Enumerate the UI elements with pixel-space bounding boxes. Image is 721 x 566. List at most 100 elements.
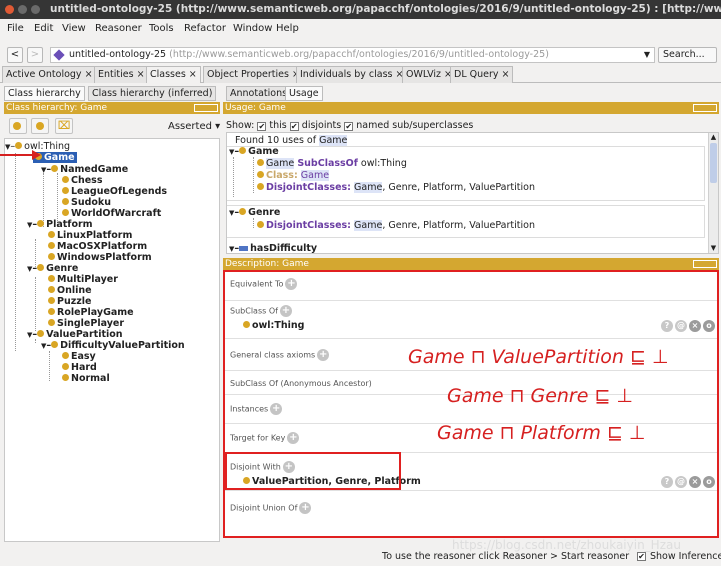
tree-item-linuxplatform[interactable]: LinuxPlatform	[48, 230, 132, 241]
view-controls-icon[interactable]	[693, 260, 717, 268]
class-icon	[62, 187, 69, 194]
tree-item-singleplayer[interactable]: SinglePlayer	[48, 318, 124, 329]
tree-item-online[interactable]: Online	[48, 285, 92, 296]
usage-axiom-disjoint[interactable]: DisjointClasses: Game, Genre, Platform, …	[257, 182, 535, 193]
tree-item-macosxplatform[interactable]: MacOSXPlatform	[48, 241, 147, 252]
class-icon	[51, 341, 59, 348]
usage-axiom-disjoint-genre[interactable]: DisjointClasses: Game, Genre, Platform, …	[257, 220, 535, 231]
usage-axiom-class[interactable]: Class: Game	[257, 170, 330, 181]
back-button[interactable]: <	[7, 47, 23, 63]
delete-class-button[interactable]: ⌧	[55, 118, 73, 134]
show-label: Show:	[226, 120, 255, 131]
tab-entities[interactable]: Entities ×	[94, 66, 149, 83]
tree-item-hard[interactable]: Hard	[62, 362, 97, 373]
menu-window[interactable]: Window	[233, 23, 272, 34]
add-instance-icon[interactable]: +	[270, 403, 283, 415]
menu-help[interactable]: Help	[276, 23, 299, 34]
chevron-up-icon[interactable]: ▲	[709, 133, 718, 142]
search-button[interactable]: Search...	[658, 47, 717, 63]
checkbox-named[interactable]: ✔	[344, 122, 354, 131]
forward-button[interactable]: >	[27, 47, 43, 63]
ontology-iri-field[interactable]: untitled-ontology-25 (http://www.semanti…	[50, 47, 655, 63]
scrollbar-thumb[interactable]	[710, 143, 717, 183]
class-icon	[239, 208, 247, 215]
edit-icon[interactable]: o	[703, 476, 715, 488]
annotate-icon[interactable]: @	[675, 320, 687, 332]
protege-window: untitled-ontology-25 (http://www.semanti…	[0, 0, 721, 566]
tab-class-hierarchy[interactable]: Class hierarchy	[4, 86, 85, 101]
tab-annotations[interactable]: Annotations	[226, 86, 292, 101]
checkbox-disjoints[interactable]: ✔	[289, 122, 299, 131]
usage-axiom-subclass[interactable]: Game SubClassOf owl:Thing	[257, 158, 407, 169]
add-axiom-icon[interactable]: +	[317, 349, 330, 361]
menu-refactor[interactable]: Refactor	[184, 23, 226, 34]
tree-item-roleplaygame[interactable]: RolePlayGame	[48, 307, 134, 318]
add-subclass-button[interactable]	[9, 118, 27, 134]
add-subclass-icon[interactable]: +	[279, 305, 292, 317]
annotate-icon[interactable]: @	[675, 476, 687, 488]
tab-owlviz[interactable]: OWLViz ×	[402, 66, 457, 83]
subclass-of-value[interactable]: owl:Thing	[243, 320, 304, 331]
add-equivalent-icon[interactable]: +	[285, 278, 298, 290]
axiom-actions: ? @ × o	[659, 320, 715, 332]
edit-icon[interactable]: o	[703, 320, 715, 332]
usage-scrollbar[interactable]: ▲ ▼	[708, 133, 718, 253]
section-instances: Instances +	[230, 403, 283, 415]
tab-dl-query[interactable]: DL Query ×	[450, 66, 514, 83]
checkbox-this[interactable]: ✔	[257, 122, 267, 131]
delete-icon[interactable]: ×	[689, 476, 701, 488]
menu-file[interactable]: File	[7, 23, 24, 34]
tab-active-ontology[interactable]: Active Ontology ×	[2, 66, 97, 83]
tree-item-chess[interactable]: Chess	[62, 175, 103, 186]
add-disjoint-union-icon[interactable]: +	[299, 502, 312, 514]
class-icon	[62, 374, 69, 381]
usage-list: Found 10 uses of Game ▼– Game Game SubCla…	[226, 132, 719, 254]
tab-class-hierarchy-inferred[interactable]: Class hierarchy (inferred)	[88, 86, 217, 101]
title-bar: untitled-ontology-25 (http://www.semanti…	[0, 0, 721, 19]
tree-item-multiplayer[interactable]: MultiPlayer	[48, 274, 118, 285]
tree-item-worldofwarcraft[interactable]: WorldOfWarcraft	[62, 208, 161, 219]
add-sibling-button[interactable]	[31, 118, 49, 134]
asserted-dropdown[interactable]: Asserted ▾	[168, 121, 220, 132]
tree-item-normal[interactable]: Normal	[62, 373, 110, 384]
delete-icon[interactable]: ×	[689, 320, 701, 332]
ontology-name: untitled-ontology-25	[69, 49, 167, 60]
formula-game-valuepartition: Game ⊓ ValuePartition ⊑ ⊥	[408, 346, 669, 368]
class-icon	[48, 231, 55, 238]
class-icon	[48, 286, 55, 293]
show-inferences-checkbox[interactable]: ✔	[637, 552, 646, 561]
usage-item-genre[interactable]: ▼– Genre	[229, 207, 280, 219]
class-icon	[62, 352, 69, 359]
add-key-icon[interactable]: +	[287, 432, 300, 444]
tab-usage[interactable]: Usage	[285, 86, 323, 101]
watermark: https://blog.csdn.net/zhoukaiyin_Hzau	[452, 538, 681, 552]
view-controls-icon[interactable]	[693, 104, 717, 112]
chevron-down-icon[interactable]: ▼	[709, 244, 718, 253]
usage-item-hasdifficulty[interactable]: ▼– hasDifficulty	[229, 243, 317, 253]
minimize-icon[interactable]	[18, 5, 27, 14]
tree-item-leagueoflegends[interactable]: LeagueOfLegends	[62, 186, 167, 197]
menu-edit[interactable]: Edit	[34, 23, 53, 34]
tree-item-easy[interactable]: Easy	[62, 351, 96, 362]
menu-bar: File Edit View Reasoner Tools Refactor W…	[0, 19, 721, 41]
usage-filter-row: Show: ✔ this ✔ disjoints ✔ named sub/sup…	[226, 120, 473, 131]
close-icon[interactable]	[5, 5, 14, 14]
menu-tools[interactable]: Tools	[149, 23, 174, 34]
menu-view[interactable]: View	[62, 23, 86, 34]
maximize-icon[interactable]	[31, 5, 40, 14]
tree-item-windowsplatform[interactable]: WindowsPlatform	[48, 252, 152, 263]
view-controls-icon[interactable]	[194, 104, 218, 112]
chevron-down-icon[interactable]: ▼	[644, 48, 650, 62]
help-icon[interactable]: ?	[661, 476, 673, 488]
help-icon[interactable]: ?	[661, 320, 673, 332]
add-subclass-icon	[13, 122, 21, 130]
this-label: this	[269, 120, 287, 131]
tab-classes[interactable]: Classes ×	[146, 66, 201, 83]
tab-object-properties[interactable]: Object Properties ×	[203, 66, 304, 83]
tab-individuals-by-class[interactable]: Individuals by class ×	[296, 66, 408, 83]
menu-reasoner[interactable]: Reasoner	[95, 23, 142, 34]
tree-item-puzzle[interactable]: Puzzle	[48, 296, 91, 307]
usage-header: Usage: Game	[223, 102, 719, 114]
section-disjoint-union-of: Disjoint Union Of +	[230, 502, 312, 514]
tree-item-sudoku[interactable]: Sudoku	[62, 197, 111, 208]
